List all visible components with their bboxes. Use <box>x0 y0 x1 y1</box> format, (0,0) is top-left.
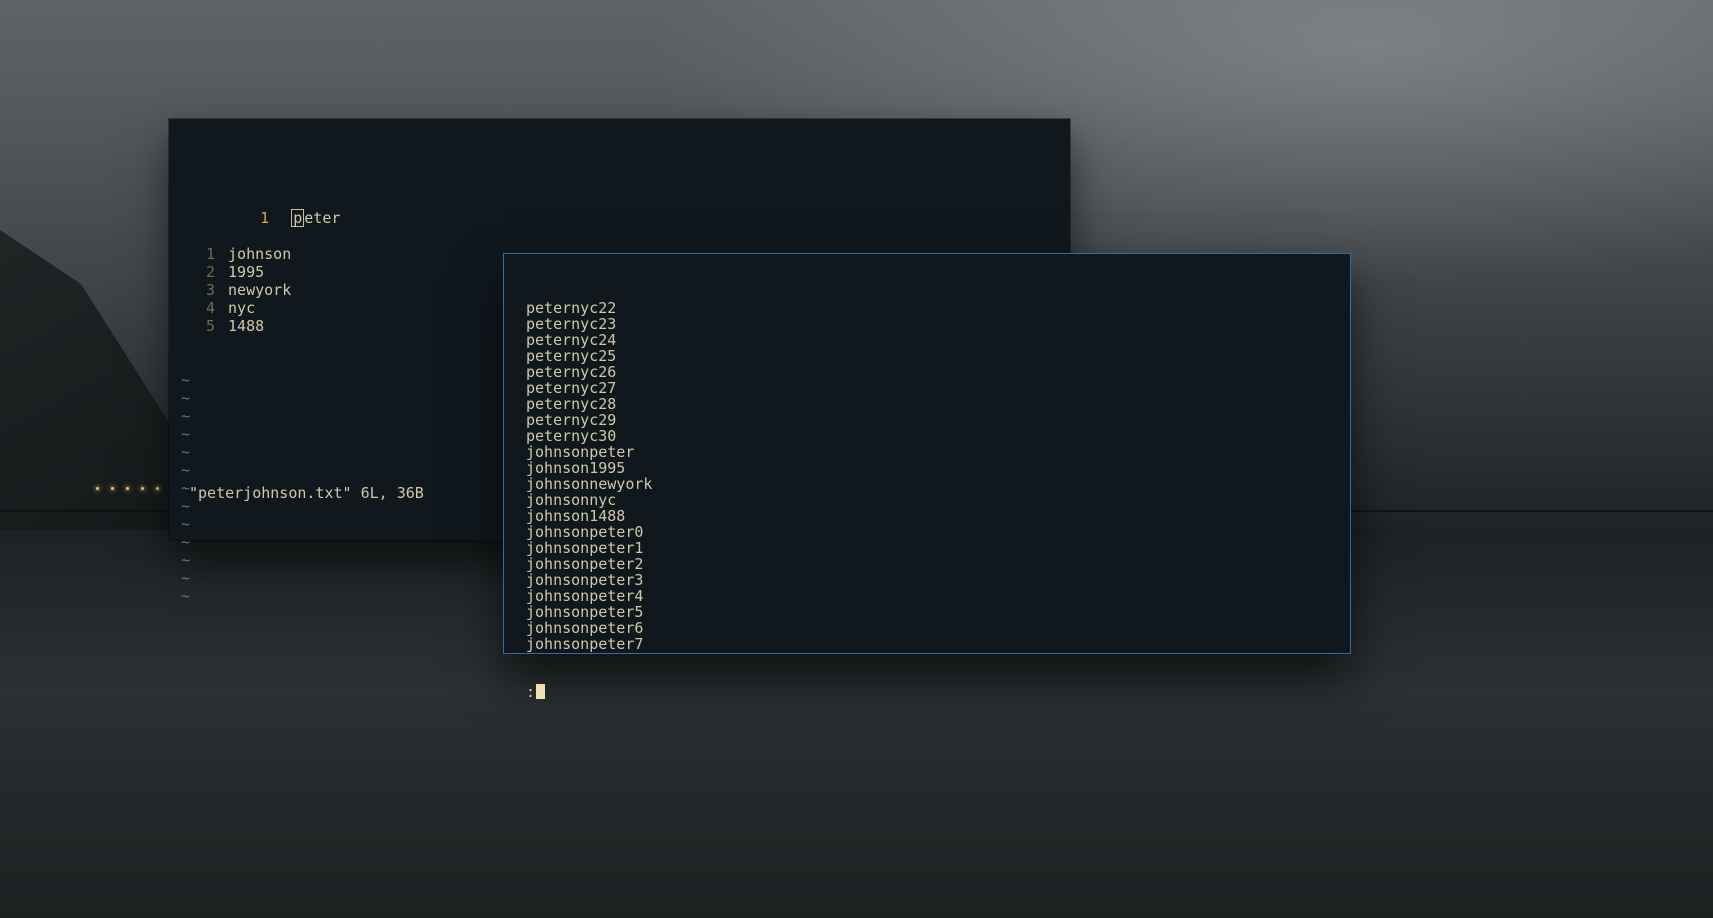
tilde-icon: ~ <box>181 407 190 425</box>
vim-cursor: p <box>291 209 304 227</box>
output-line: peternyc23 <box>526 316 1342 332</box>
block-cursor <box>536 684 545 699</box>
output-terminal-window[interactable]: peternyc22peternyc23peternyc24peternyc25… <box>503 253 1351 654</box>
output-line: peternyc24 <box>526 332 1342 348</box>
terminal-output[interactable]: peternyc22peternyc23peternyc24peternyc25… <box>526 268 1342 645</box>
vim-gutter-relnum: 4 <box>181 299 219 317</box>
output-line: peternyc26 <box>526 364 1342 380</box>
vim-text: 1488 <box>228 317 264 335</box>
output-line: johnsonpeter <box>526 444 1342 460</box>
output-line: johnsonpeter0 <box>526 524 1342 540</box>
tilde-icon: ~ <box>181 371 190 389</box>
tilde-icon: ~ <box>181 425 190 443</box>
pager-prompt-colon: : <box>526 683 535 701</box>
output-line: johnsonpeter6 <box>526 620 1342 636</box>
output-line: johnsonpeter5 <box>526 604 1342 620</box>
vim-text: johnson <box>228 245 291 263</box>
output-line: peternyc29 <box>526 412 1342 428</box>
vim-gutter-relnum: 2 <box>181 263 219 281</box>
vim-gutter-current: 1 <box>235 209 273 227</box>
output-line: johnson1488 <box>526 508 1342 524</box>
output-line: peternyc28 <box>526 396 1342 412</box>
output-line: johnsonpeter2 <box>526 556 1342 572</box>
vim-text: 1995 <box>228 263 264 281</box>
output-line: peternyc22 <box>526 300 1342 316</box>
wallpaper-mountain <box>0 230 180 530</box>
vim-text: nyc <box>228 299 255 317</box>
tilde-icon: ~ <box>181 461 190 479</box>
vim-gutter-relnum: 3 <box>181 281 219 299</box>
output-line: johnsonpeter1 <box>526 540 1342 556</box>
tilde-icon: ~ <box>181 389 190 407</box>
vim-text: newyork <box>228 281 291 299</box>
tilde-icon: ~ <box>181 443 190 461</box>
tilde-icon: ~ <box>181 569 190 587</box>
output-line: johnsonpeter4 <box>526 588 1342 604</box>
tilde-icon: ~ <box>181 551 190 569</box>
tilde-icon: ~ <box>181 587 190 605</box>
output-line: johnsonpeter3 <box>526 572 1342 588</box>
output-line: johnsonnyc <box>526 492 1342 508</box>
output-line: johnson1995 <box>526 460 1342 476</box>
tilde-icon: ~ <box>181 515 190 533</box>
vim-line-current[interactable]: 1 peter <box>181 191 1062 209</box>
output-line: peternyc27 <box>526 380 1342 396</box>
output-line: johnsonpeter7 <box>526 636 1342 652</box>
output-line: johnsonnewyork <box>526 476 1342 492</box>
output-line: peternyc25 <box>526 348 1342 364</box>
pager-prompt-line[interactable]: : <box>526 684 1342 700</box>
vim-gutter-relnum: 5 <box>181 317 219 335</box>
vim-gutter-relnum: 1 <box>181 245 219 263</box>
vim-status-line: "peterjohnson.txt" 6L, 36B <box>189 484 424 502</box>
output-line: peternyc30 <box>526 428 1342 444</box>
tilde-icon: ~ <box>181 533 190 551</box>
vim-text: eter <box>304 209 340 227</box>
